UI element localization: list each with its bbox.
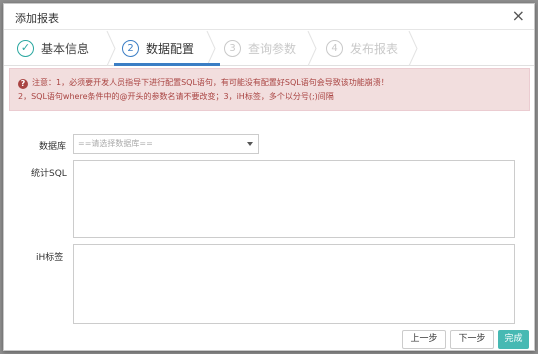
- question-icon: ?: [18, 79, 28, 89]
- prev-step-button[interactable]: 上一步: [402, 330, 446, 349]
- database-select[interactable]: ==请选择数据库==: [73, 134, 259, 154]
- alert-text-1: 注意：1，必须要开发人员指导下进行配置SQL语句，有可能没有配置好SQL语句会导…: [32, 78, 389, 87]
- step-number: 2: [122, 40, 139, 57]
- alert-text-2: 2，SQL语句where条件中的@开头的参数名请不要改变；3，iH标签，多个以分…: [18, 92, 334, 101]
- step-label: 查询参数: [248, 42, 297, 56]
- step-label: 数据配置: [146, 42, 195, 56]
- chevron-down-icon: [247, 142, 253, 146]
- add-report-dialog: 添加报表 × ✓ 基本信息 2 数据配置 3 查询参数 4 发布报表 ? 注意：1…: [3, 3, 535, 351]
- sql-textarea[interactable]: [73, 160, 515, 238]
- check-icon: ✓: [17, 40, 34, 57]
- dialog-footer: 上一步 下一步 完成: [4, 326, 534, 350]
- sql-label: 统计SQL: [31, 169, 67, 179]
- step-label: 发布报表: [350, 42, 399, 56]
- database-label: 数据库: [39, 142, 67, 152]
- dialog-titlebar: 添加报表 ×: [4, 4, 534, 30]
- next-step-button[interactable]: 下一步: [450, 330, 494, 349]
- warning-alert: ? 注意：1，必须要开发人员指导下进行配置SQL语句，有可能没有配置好SQL语句会…: [9, 68, 530, 111]
- tag-label: iH标签: [36, 253, 64, 263]
- alert-line-1: ? 注意：1，必须要开发人员指导下进行配置SQL语句，有可能没有配置好SQL语句会…: [18, 77, 389, 89]
- tag-textarea[interactable]: [73, 244, 515, 324]
- step-label: 基本信息: [41, 42, 90, 56]
- close-icon[interactable]: ×: [512, 7, 525, 25]
- step-number: 4: [326, 40, 343, 57]
- wizard-steps: ✓ 基本信息 2 数据配置 3 查询参数 4 发布报表: [4, 31, 534, 66]
- dialog-title: 添加报表: [15, 12, 59, 25]
- database-placeholder: ==请选择数据库==: [78, 139, 153, 148]
- step-number: 3: [224, 40, 241, 57]
- finish-button[interactable]: 完成: [498, 330, 529, 349]
- active-step-indicator: [114, 63, 220, 66]
